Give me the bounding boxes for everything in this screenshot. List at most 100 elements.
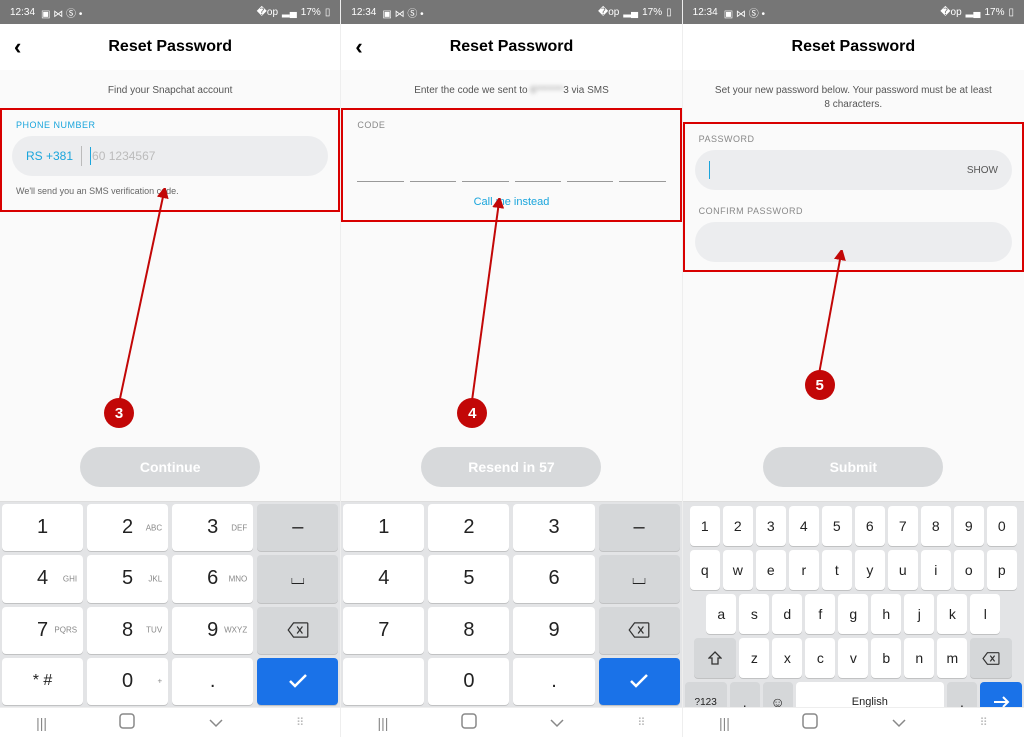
call-me-instead-link[interactable]: Call me instead (353, 182, 669, 212)
key-6[interactable]: 6 (855, 506, 885, 546)
key-v[interactable]: v (838, 638, 868, 678)
key-4[interactable]: 4GHI (2, 555, 83, 602)
key-n[interactable]: n (904, 638, 934, 678)
key-i[interactable]: i (921, 550, 951, 590)
key-1[interactable]: 1 (2, 504, 83, 551)
key-0[interactable]: 0+ (87, 658, 168, 705)
key-dot[interactable]: . (513, 658, 594, 705)
key-confirm[interactable] (599, 658, 680, 705)
confirm-password-input[interactable] (695, 222, 1012, 262)
key-s[interactable]: s (739, 594, 769, 634)
key-backspace[interactable] (257, 607, 338, 654)
key-dot[interactable]: . (172, 658, 253, 705)
nav-back[interactable] (549, 715, 565, 731)
key-symbols[interactable]: * # (2, 658, 83, 705)
key-3[interactable]: 3DEF (172, 504, 253, 551)
key-4[interactable]: 4 (343, 555, 424, 602)
key-confirm[interactable] (257, 658, 338, 705)
key-9[interactable]: 9 (513, 607, 594, 654)
nav-keyboard-icon[interactable]: ⠿ (296, 716, 304, 729)
resend-button[interactable]: Resend in 57 (421, 447, 601, 487)
back-icon[interactable]: ‹ (14, 34, 21, 60)
key-8[interactable]: 8 (428, 607, 509, 654)
key-o[interactable]: o (954, 550, 984, 590)
key-backspace[interactable] (970, 638, 1012, 678)
key-5[interactable]: 5 (428, 555, 509, 602)
key-p[interactable]: p (987, 550, 1017, 590)
key-8[interactable]: 8TUV (87, 607, 168, 654)
key-2[interactable]: 2 (723, 506, 753, 546)
code-slot[interactable] (619, 154, 665, 182)
key-h[interactable]: h (871, 594, 901, 634)
key-dash[interactable]: – (257, 504, 338, 551)
key-w[interactable]: w (723, 550, 753, 590)
key-1[interactable]: 1 (343, 504, 424, 551)
key-1[interactable]: 1 (690, 506, 720, 546)
password-input[interactable]: SHOW (695, 150, 1012, 190)
key-f[interactable]: f (805, 594, 835, 634)
code-input-group[interactable] (353, 136, 669, 182)
code-slot[interactable] (462, 154, 508, 182)
key-e[interactable]: e (756, 550, 786, 590)
key-0[interactable]: 0 (428, 658, 509, 705)
key-q[interactable]: q (690, 550, 720, 590)
key-y[interactable]: y (855, 550, 885, 590)
back-icon[interactable]: ‹ (355, 34, 362, 60)
nav-back[interactable] (208, 715, 224, 731)
nav-recents[interactable]: ||| (377, 715, 388, 731)
key-x[interactable]: x (772, 638, 802, 678)
key-6[interactable]: 6 (513, 555, 594, 602)
nav-recents[interactable]: ||| (36, 715, 47, 731)
key-t[interactable]: t (822, 550, 852, 590)
phone-input[interactable]: RS +381 60 1234567 (12, 136, 328, 176)
key-j[interactable]: j (904, 594, 934, 634)
key-9[interactable]: 9WXYZ (172, 607, 253, 654)
key-9[interactable]: 9 (954, 506, 984, 546)
nav-keyboard-icon[interactable]: ⠿ (637, 716, 645, 729)
country-code-prefix[interactable]: RS +381 (26, 149, 73, 163)
key-0[interactable]: 0 (987, 506, 1017, 546)
continue-button[interactable]: Continue (80, 447, 260, 487)
key-7[interactable]: 7PQRS (2, 607, 83, 654)
key-5[interactable]: 5JKL (87, 555, 168, 602)
key-backspace[interactable] (599, 607, 680, 654)
key-space[interactable]: ⌴ (599, 555, 680, 602)
key-c[interactable]: c (805, 638, 835, 678)
nav-home[interactable] (802, 713, 818, 732)
key-7[interactable]: 7 (888, 506, 918, 546)
key-shift[interactable] (694, 638, 736, 678)
key-4[interactable]: 4 (789, 506, 819, 546)
show-password-button[interactable]: SHOW (967, 165, 998, 176)
key-8[interactable]: 8 (921, 506, 951, 546)
nav-keyboard-icon[interactable]: ⠿ (980, 716, 988, 729)
key-2[interactable]: 2ABC (87, 504, 168, 551)
key-5[interactable]: 5 (822, 506, 852, 546)
submit-button[interactable]: Submit (763, 447, 943, 487)
key-blank[interactable] (343, 658, 424, 705)
key-m[interactable]: m (937, 638, 967, 678)
code-slot[interactable] (567, 154, 613, 182)
code-slot[interactable] (357, 154, 403, 182)
key-6[interactable]: 6MNO (172, 555, 253, 602)
key-k[interactable]: k (937, 594, 967, 634)
key-g[interactable]: g (838, 594, 868, 634)
nav-home[interactable] (119, 713, 135, 732)
key-u[interactable]: u (888, 550, 918, 590)
key-7[interactable]: 7 (343, 607, 424, 654)
key-z[interactable]: z (739, 638, 769, 678)
code-slot[interactable] (515, 154, 561, 182)
nav-back[interactable] (891, 715, 907, 731)
nav-recents[interactable]: ||| (719, 715, 730, 731)
key-b[interactable]: b (871, 638, 901, 678)
key-3[interactable]: 3 (756, 506, 786, 546)
key-r[interactable]: r (789, 550, 819, 590)
key-2[interactable]: 2 (428, 504, 509, 551)
key-d[interactable]: d (772, 594, 802, 634)
key-a[interactable]: a (706, 594, 736, 634)
key-dash[interactable]: – (599, 504, 680, 551)
key-space[interactable]: ⌴ (257, 555, 338, 602)
nav-home[interactable] (461, 713, 477, 732)
code-slot[interactable] (410, 154, 456, 182)
key-l[interactable]: l (970, 594, 1000, 634)
key-3[interactable]: 3 (513, 504, 594, 551)
